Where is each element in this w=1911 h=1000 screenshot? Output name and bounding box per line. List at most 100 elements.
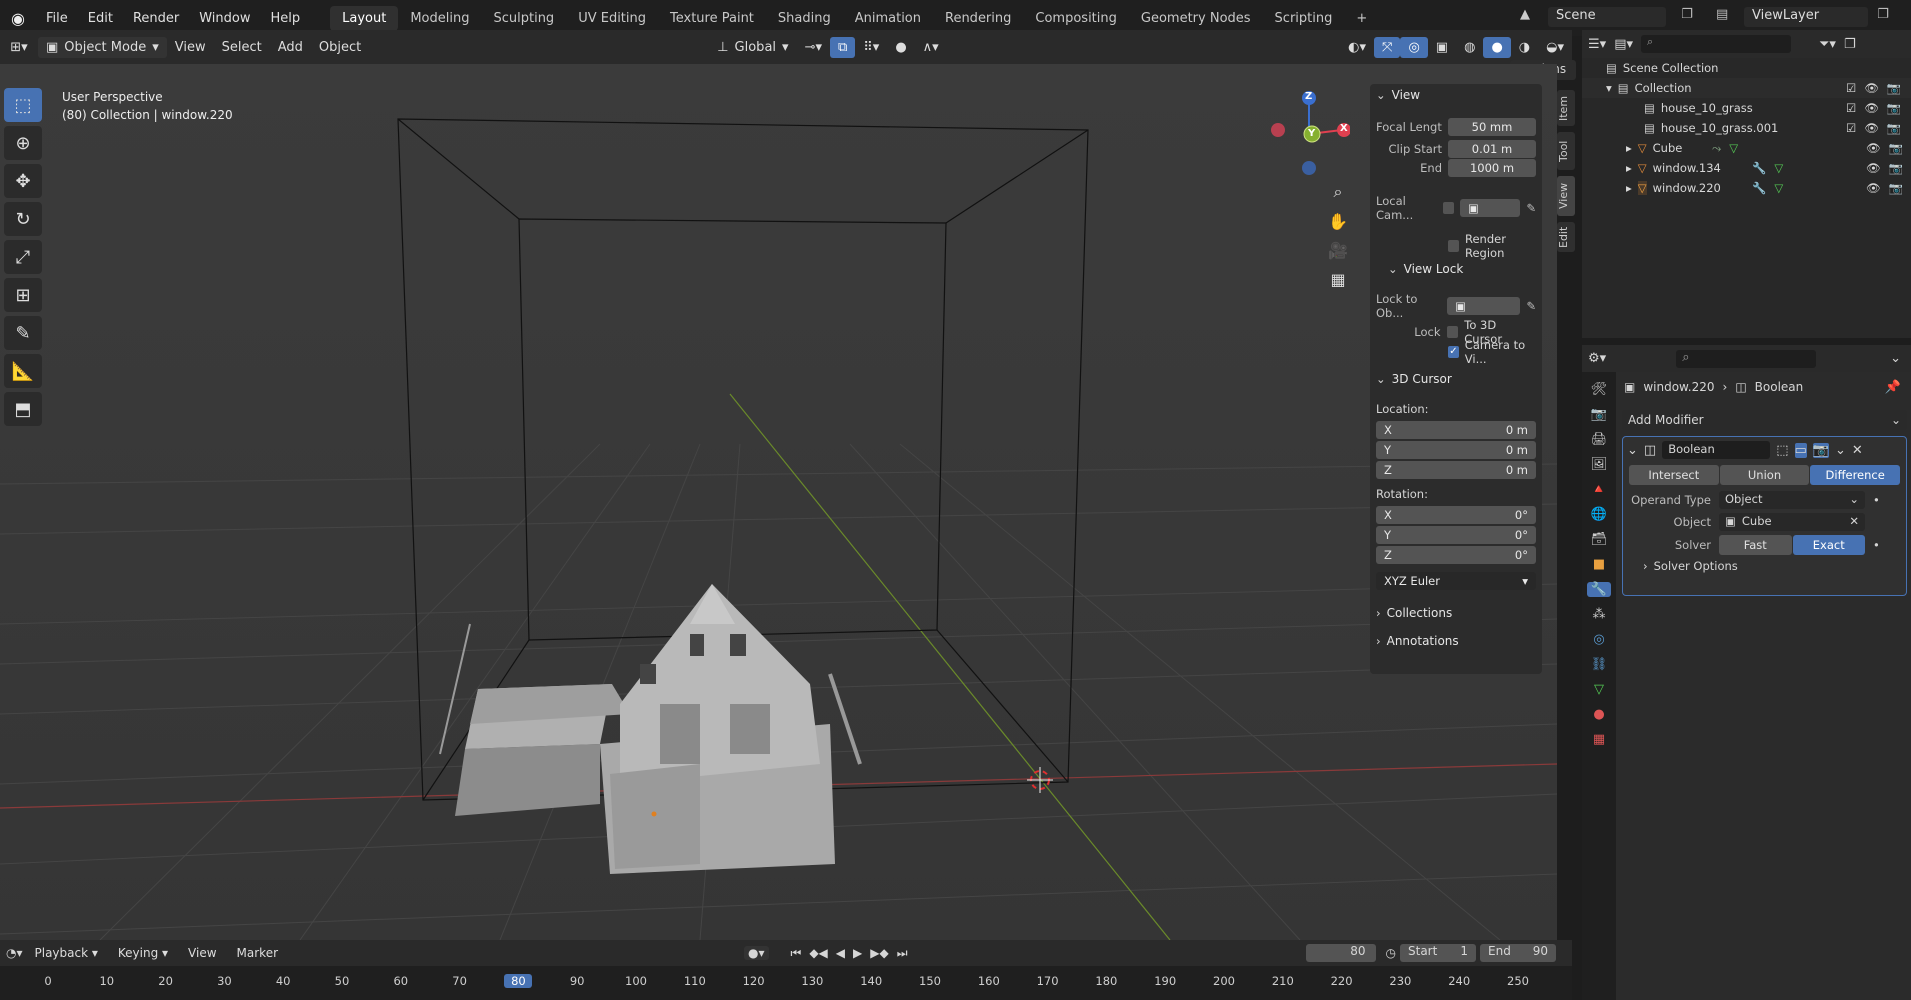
output-tab-icon[interactable]: 🖨 (1591, 432, 1608, 447)
camera-view-icon[interactable]: 🎥 (1326, 241, 1350, 260)
modifier-tab-icon[interactable]: 🔧 (1586, 582, 1612, 597)
new-collection-icon[interactable]: ❐ (1844, 37, 1856, 52)
render-camera-icon[interactable]: 📷 (1887, 121, 1901, 135)
menu-playback[interactable]: Playback ▾ (27, 943, 106, 963)
display-mode-icon[interactable]: ▤▾ (1614, 37, 1633, 52)
pan-hand-icon[interactable]: ✋ (1326, 212, 1350, 231)
chevron-down-icon[interactable]: ⌄ (1627, 443, 1638, 458)
tab-rendering[interactable]: Rendering (933, 6, 1023, 31)
editor-type-icon[interactable]: ⊞▾ (0, 40, 38, 55)
start-frame-field[interactable]: Start 1 (1400, 944, 1476, 962)
exclude-checkbox[interactable]: ☑ (1846, 101, 1856, 115)
collections-section-header[interactable]: › Collections (1376, 606, 1452, 620)
new-scene-icon[interactable]: ❐ (1676, 7, 1698, 27)
intersect-button[interactable]: Intersect (1629, 465, 1719, 485)
tab-sculpting[interactable]: Sculpting (481, 6, 566, 31)
properties-editor-icon[interactable]: ⚙▾ (1588, 351, 1606, 366)
end-frame-field[interactable]: End 90 (1480, 944, 1556, 962)
sidebar-tab-tool[interactable]: Tool (1557, 132, 1575, 170)
data-tab-icon[interactable]: ▽ (1594, 682, 1604, 697)
render-camera-icon[interactable]: 📷 (1889, 181, 1903, 195)
sidebar-tab-view[interactable]: View (1557, 176, 1575, 216)
focal-length-field[interactable]: 50 mm (1448, 118, 1536, 136)
next-keyframe-icon[interactable]: ▶◆ (870, 946, 888, 961)
view-lock-header[interactable]: ⌄ View Lock (1388, 262, 1463, 276)
menu-object[interactable]: Object (311, 37, 369, 58)
eyedropper-icon[interactable]: ✎ (1526, 299, 1536, 313)
cursor-rotation-y-field[interactable]: Y 0° (1376, 526, 1536, 544)
menu-help[interactable]: Help (261, 11, 311, 26)
scene-tab-icon[interactable]: 🔺 (1591, 482, 1607, 497)
render-camera-icon[interactable]: 📷 (1887, 81, 1901, 95)
menu-file[interactable]: File (36, 11, 78, 26)
tab-layout[interactable]: Layout (330, 5, 399, 31)
difference-button[interactable]: Difference (1810, 465, 1901, 485)
view-layer-tab-icon[interactable]: 🖼 (1591, 457, 1608, 472)
lock-to-object-field[interactable]: ▣ (1447, 297, 1521, 315)
rotation-mode-dropdown[interactable]: XYZ Euler ▾ (1376, 572, 1536, 590)
play-reverse-icon[interactable]: ◀ (836, 946, 845, 961)
tab-modeling[interactable]: Modeling (398, 6, 481, 31)
outliner-row-house-10-grass[interactable]: ▤ house_10_grass ☑ 👁 📷 (1582, 98, 1911, 118)
physics-tab-icon[interactable]: ◎ (1593, 632, 1604, 647)
rendered-shading-icon[interactable]: ◒▾ (1538, 37, 1572, 58)
eye-icon[interactable]: 👁 (1866, 181, 1881, 195)
cursor-tool-icon[interactable]: ⊕ (4, 126, 42, 160)
outliner-row-collection[interactable]: ▾ ▤ Collection ☑ 👁 📷 (1582, 78, 1911, 98)
transform-tool-icon[interactable]: ⊞ (4, 278, 42, 312)
visibility-icon[interactable]: ◐▾ (1340, 37, 1374, 58)
object-tab-icon[interactable]: ■ (1593, 557, 1605, 572)
object-mode-dropdown[interactable]: ▣ Object Mode ▾ (38, 36, 167, 58)
menu-render[interactable]: Render (123, 11, 189, 26)
object-field[interactable]: ▣ Cube ✕ (1719, 513, 1865, 531)
outliner-row-window-220[interactable]: ▸ ▽ window.220 🔧 ▽ 👁 📷 (1582, 178, 1911, 198)
modifier-name-field[interactable]: Boolean (1662, 441, 1771, 459)
cursor-location-z-field[interactable]: Z 0 m (1376, 461, 1536, 479)
outliner-row-cube[interactable]: ▸ ▽ Cube ⤳ ▽ 👁 📷 (1582, 138, 1911, 158)
exclude-checkbox[interactable]: ☑ (1846, 81, 1856, 95)
local-camera-checkbox[interactable] (1442, 202, 1455, 214)
tab-compositing[interactable]: Compositing (1023, 6, 1129, 31)
keyframe-dot-icon[interactable]: • (1873, 538, 1880, 552)
menu-select[interactable]: Select (214, 37, 270, 58)
navigation-gizmo[interactable]: Z Y X (1262, 88, 1351, 176)
add-cube-tool-icon[interactable]: ⬒ (4, 392, 42, 426)
transform-orientation-dropdown[interactable]: ⊥ Global ▾ (709, 37, 796, 58)
proportional-edit-icon[interactable]: ● (887, 37, 914, 58)
solver-fast-button[interactable]: Fast (1719, 535, 1792, 555)
prev-keyframe-icon[interactable]: ◆◀ (809, 946, 827, 961)
render-camera-icon[interactable]: 📷 (1889, 161, 1903, 175)
3d-cursor-section-header[interactable]: ⌄ 3D Cursor (1376, 372, 1452, 386)
to-3d-cursor-checkbox[interactable] (1446, 326, 1459, 338)
material-shading-icon[interactable]: ◑ (1511, 37, 1538, 58)
camera-to-view-checkbox[interactable]: ✓ (1448, 346, 1459, 358)
properties-search-input[interactable]: ⌕ (1676, 349, 1817, 368)
constraints-tab-icon[interactable]: ⛓ (1591, 657, 1608, 672)
record-icon[interactable]: ●▾ (744, 946, 769, 960)
tab-geometry-nodes[interactable]: Geometry Nodes (1129, 6, 1263, 31)
render-tab-icon[interactable]: 📷 (1591, 407, 1607, 422)
clear-icon[interactable]: ✕ (1849, 514, 1859, 530)
union-button[interactable]: Union (1719, 465, 1810, 485)
select-box-icon[interactable]: ⬚ (4, 88, 42, 122)
timeline-ruler[interactable]: 0 10 20 30 40 50 60 70 80 90 100 110 120 130 140 150 160… (0, 966, 1572, 1000)
tab-animation[interactable]: Animation (843, 6, 933, 31)
new-view-layer-icon[interactable]: ❐ (1872, 7, 1894, 27)
move-tool-icon[interactable]: ✥ (4, 164, 42, 198)
tab-scripting[interactable]: Scripting (1263, 6, 1345, 31)
render-toggle-icon[interactable]: 📷 (1812, 442, 1829, 458)
render-camera-icon[interactable]: 📷 (1889, 141, 1903, 155)
annotations-section-header[interactable]: › Annotations (1376, 634, 1459, 648)
edit-mode-toggle-icon[interactable]: ⬚ (1776, 443, 1788, 458)
solid-shading-icon[interactable]: ● (1483, 36, 1511, 58)
material-tab-icon[interactable]: ● (1593, 707, 1604, 722)
outliner-row-house-10-grass-001[interactable]: ▤ house_10_grass.001 ☑ 👁 📷 (1582, 118, 1911, 138)
current-frame-field[interactable]: 80 (1305, 944, 1376, 962)
close-icon[interactable]: ✕ (1852, 443, 1863, 458)
texture-tab-icon[interactable]: ▦ (1593, 732, 1605, 747)
scale-tool-icon[interactable]: ⤢ (4, 240, 42, 274)
gizmo-icon[interactable]: ⤧ (1374, 36, 1401, 58)
snap-target-icon[interactable]: ⠿▾ (855, 37, 887, 58)
exclude-checkbox[interactable]: ☑ (1846, 121, 1856, 135)
zoom-icon[interactable]: ⌕ (1326, 182, 1350, 202)
